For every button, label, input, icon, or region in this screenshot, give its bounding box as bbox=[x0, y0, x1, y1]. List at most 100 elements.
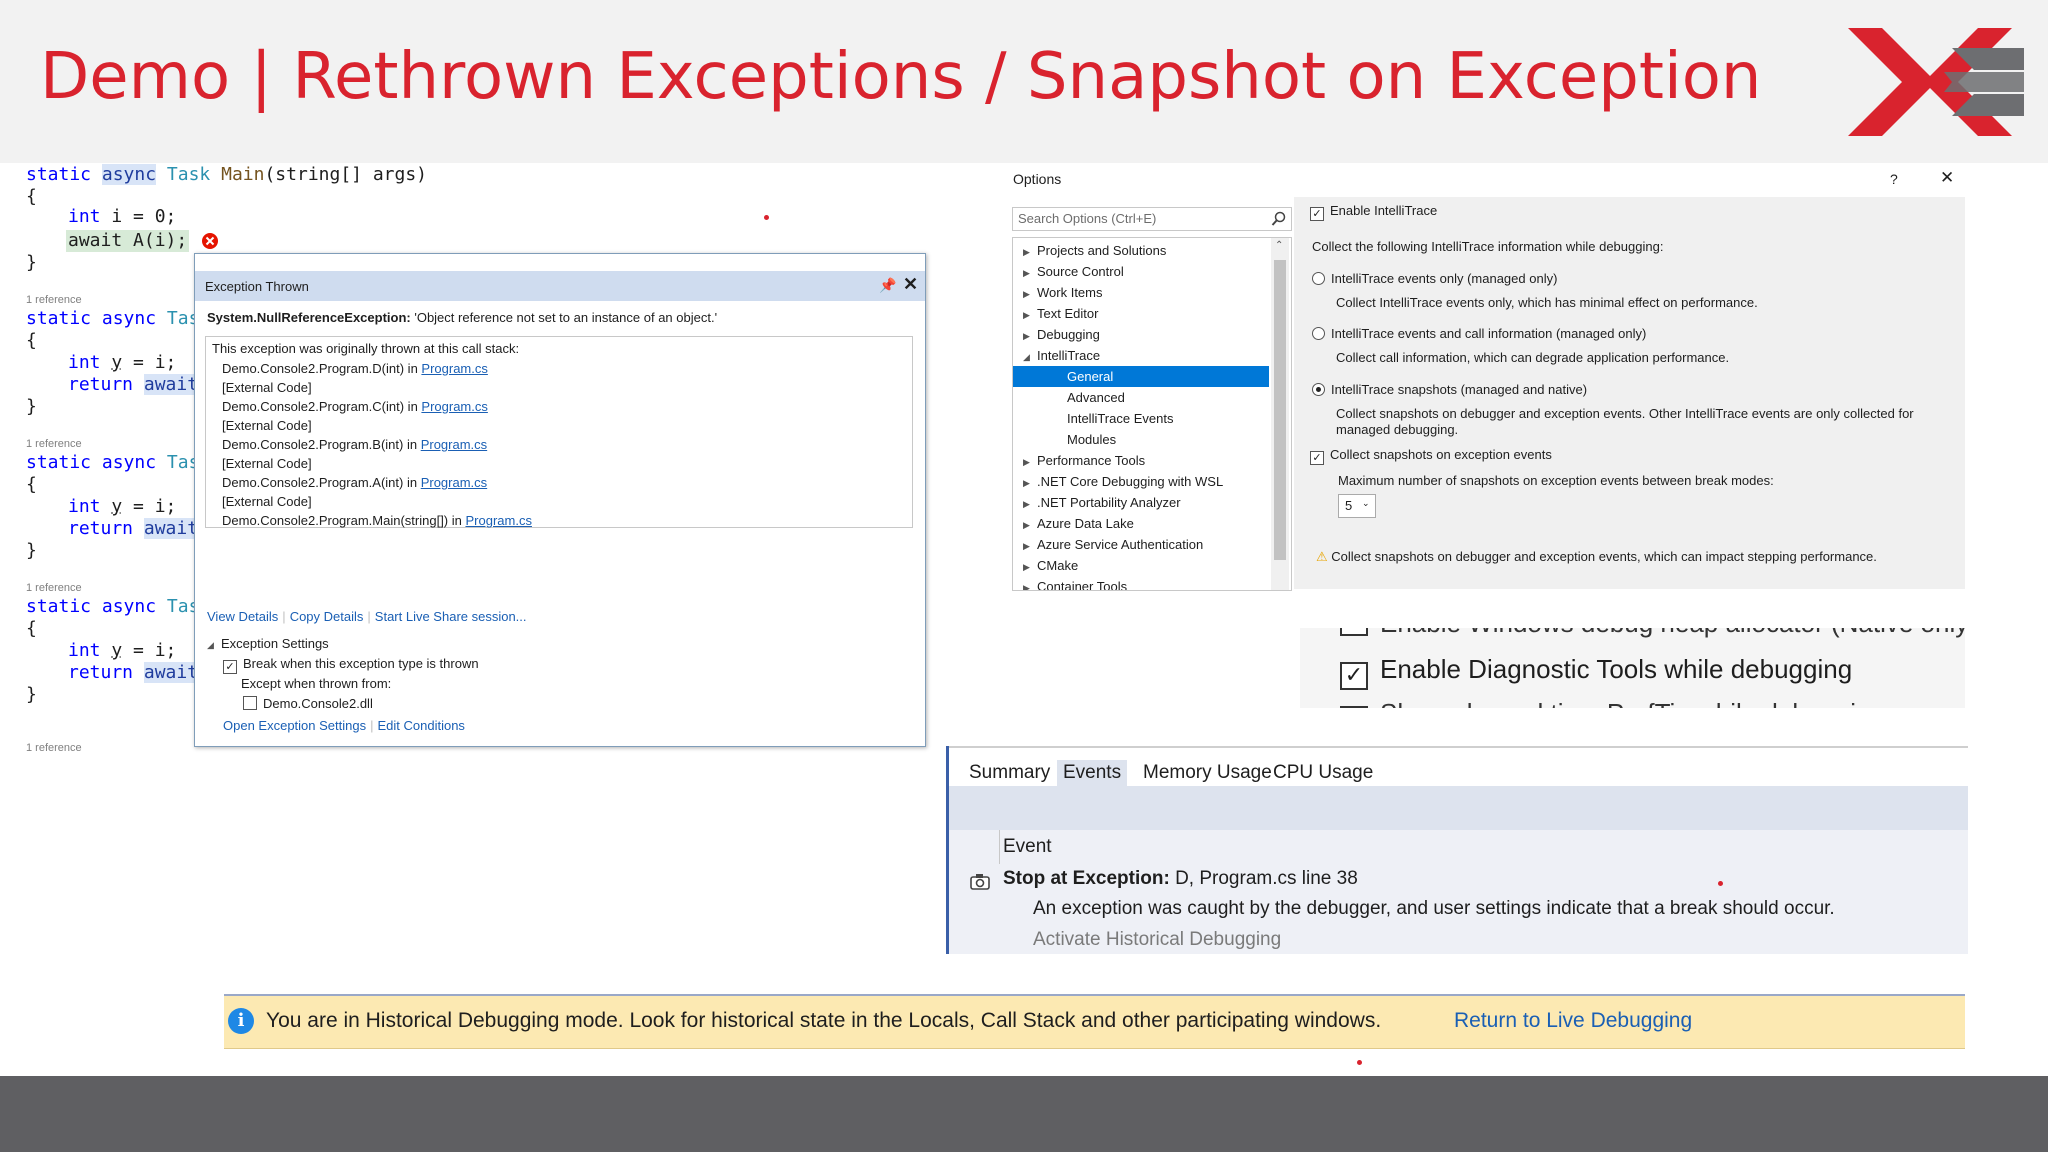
options-search-box[interactable]: Search Options (Ctrl+E) bbox=[1012, 207, 1292, 231]
code-line-int-i: int i = 0; bbox=[68, 206, 177, 227]
close-button[interactable]: ✕ bbox=[1940, 168, 1954, 188]
except-when-label: Except when thrown from: bbox=[241, 676, 392, 691]
collect-label: Collect the following IntelliTrace infor… bbox=[1312, 239, 1664, 254]
open-exception-settings-link[interactable]: Open Exception Settings bbox=[223, 718, 366, 733]
options-tree-item[interactable]: General bbox=[1013, 366, 1269, 387]
collapsed-triangle-icon[interactable]: ▶ bbox=[1023, 305, 1037, 326]
call-stack-frame: Demo.Console2.Program.A(int) in Program.… bbox=[222, 475, 488, 490]
enable-intellitrace-checkbox[interactable]: ✓ Enable IntelliTrace bbox=[1310, 203, 1437, 221]
help-button[interactable]: ? bbox=[1890, 171, 1898, 187]
radio-events-call-info[interactable]: IntelliTrace events and call information… bbox=[1312, 326, 1646, 341]
source-file-link[interactable]: Program.cs bbox=[421, 399, 487, 414]
options-tree-item[interactable]: IntelliTrace Events bbox=[1013, 408, 1269, 429]
checkbox-checked-icon: ✓ bbox=[1340, 662, 1368, 690]
code-brace: } bbox=[26, 396, 37, 417]
options-tree-item[interactable]: ▶ Text Editor bbox=[1013, 303, 1269, 324]
code-line-await[interactable]: await A(i); bbox=[66, 230, 190, 252]
source-file-link[interactable]: Program.cs bbox=[421, 475, 487, 490]
scrollbar-thumb[interactable] bbox=[1274, 260, 1286, 560]
call-stack-frame: Demo.Console2.Program.Main(string[]) in … bbox=[222, 513, 532, 528]
dll-checkbox[interactable]: Demo.Console2.dll bbox=[243, 696, 373, 711]
code-line-return: return await bbox=[68, 662, 199, 683]
source-file-link[interactable]: Program.cs bbox=[421, 437, 487, 452]
code-lens-reference[interactable]: 1 reference bbox=[26, 742, 82, 754]
exception-settings-header[interactable]: ◢ Exception Settings bbox=[207, 636, 329, 651]
scroll-up-icon[interactable]: ⌃ bbox=[1275, 240, 1283, 251]
search-icon[interactable] bbox=[1271, 211, 1287, 227]
warning-message: ⚠ Collect snapshots on debugger and exce… bbox=[1316, 549, 1877, 564]
code-line-return: return await bbox=[68, 374, 199, 395]
copy-details-link[interactable]: Copy Details bbox=[290, 609, 364, 624]
call-stack-box: This exception was originally thrown at … bbox=[205, 336, 913, 528]
options-tree-item[interactable]: ▶ .NET Core Debugging with WSL bbox=[1013, 471, 1269, 492]
collapsed-triangle-icon[interactable]: ▶ bbox=[1023, 494, 1037, 515]
options-tree-item[interactable]: ▶ Debugging bbox=[1013, 324, 1269, 345]
call-stack-frame: Demo.Console2.Program.D(int) in Program.… bbox=[222, 361, 488, 376]
diag-tab[interactable]: Events bbox=[1057, 760, 1128, 786]
collect-snapshots-checkbox[interactable]: ✓ Collect snapshots on exception events bbox=[1310, 447, 1552, 465]
options-tree-item[interactable]: ◢ IntelliTrace bbox=[1013, 345, 1269, 366]
brand-logo bbox=[1848, 28, 2024, 136]
options-tree-item[interactable]: ▶ Azure Data Lake bbox=[1013, 513, 1269, 534]
view-details-link[interactable]: View Details bbox=[207, 609, 278, 624]
pointer-dot bbox=[1357, 1060, 1362, 1065]
diag-tab[interactable]: Summary bbox=[963, 760, 1056, 786]
diag-tab[interactable]: Memory Usage bbox=[1137, 760, 1278, 786]
options-tree-item[interactable]: ▶ Azure Service Authentication bbox=[1013, 534, 1269, 555]
events-table-header: Event bbox=[949, 830, 1968, 865]
collapsed-triangle-icon[interactable]: ▶ bbox=[1023, 515, 1037, 536]
collapsed-triangle-icon[interactable]: ▶ bbox=[1023, 452, 1037, 473]
break-when-thrown-checkbox[interactable]: ✓ Break when this exception type is throw… bbox=[223, 656, 479, 674]
radio-snapshots[interactable]: IntelliTrace snapshots (managed and nati… bbox=[1312, 382, 1587, 397]
pin-icon[interactable]: 📌 bbox=[879, 277, 896, 294]
options-tree-item[interactable]: ▶ Performance Tools bbox=[1013, 450, 1269, 471]
options-tree-item[interactable]: ▶ Projects and Solutions bbox=[1013, 240, 1269, 261]
live-share-link[interactable]: Start Live Share session... bbox=[375, 609, 527, 624]
options-tree-item[interactable]: ▶ Source Control bbox=[1013, 261, 1269, 282]
return-to-live-debugging-link[interactable]: Return to Live Debugging bbox=[1454, 1009, 1692, 1033]
checkbox-checked-icon: ✓ bbox=[1310, 207, 1324, 221]
exception-popup: Exception Thrown 📌 ✕ System.NullReferenc… bbox=[194, 253, 926, 747]
error-icon[interactable] bbox=[201, 232, 219, 250]
checkbox-checked-icon: ✓ bbox=[223, 660, 237, 674]
radio-events-only[interactable]: IntelliTrace events only (managed only) bbox=[1312, 271, 1557, 286]
source-file-link[interactable]: Program.cs bbox=[421, 361, 487, 376]
code-lens-reference[interactable]: 1 reference bbox=[26, 438, 82, 450]
radio-events-call-info-desc: Collect call information, which can degr… bbox=[1336, 350, 1730, 365]
debug-heap-checkbox[interactable]: Enable Windows debug heap allocator (Nat… bbox=[1340, 628, 1965, 639]
collapsed-triangle-icon[interactable]: ▶ bbox=[1023, 536, 1037, 557]
edit-conditions-link[interactable]: Edit Conditions bbox=[377, 718, 464, 733]
collapsed-triangle-icon[interactable]: ▶ bbox=[1023, 242, 1037, 263]
expanded-triangle-icon[interactable]: ◢ bbox=[1023, 347, 1037, 368]
collapsed-triangle-icon[interactable]: ▶ bbox=[1023, 557, 1037, 578]
checkbox-checked-icon: ✓ bbox=[1340, 706, 1368, 708]
call-stack-frame: Demo.Console2.Program.B(int) in Program.… bbox=[222, 437, 488, 452]
events-table-row[interactable]: Stop at Exception: D, Program.cs line 38… bbox=[949, 864, 1968, 954]
column-header-event[interactable]: Event bbox=[1003, 836, 1052, 858]
collapsed-triangle-icon[interactable]: ▶ bbox=[1023, 326, 1037, 347]
collapsed-triangle-icon[interactable]: ▶ bbox=[1023, 473, 1037, 494]
options-tree-item[interactable]: ▶ CMake bbox=[1013, 555, 1269, 576]
options-tree-item[interactable]: ▶ Container Tools bbox=[1013, 576, 1269, 590]
code-lens-reference[interactable]: 1 reference bbox=[26, 294, 82, 306]
code-lens-reference[interactable]: 1 reference bbox=[26, 582, 82, 594]
collapsed-triangle-icon[interactable]: ▶ bbox=[1023, 263, 1037, 284]
options-tree-item[interactable]: Modules bbox=[1013, 429, 1269, 450]
max-snapshots-select[interactable]: 5 ⌄ bbox=[1338, 494, 1376, 518]
tree-scrollbar[interactable]: ⌃ bbox=[1271, 238, 1289, 590]
infobar-message: You are in Historical Debugging mode. Lo… bbox=[266, 1009, 1382, 1032]
close-icon[interactable]: ✕ bbox=[903, 274, 918, 295]
collapsed-triangle-icon[interactable]: ▶ bbox=[1023, 578, 1037, 590]
perftip-checkbox[interactable]: ✓Show elapsed time PerfTip while debuggi… bbox=[1340, 698, 1885, 708]
options-tree-item[interactable]: ▶ Work Items bbox=[1013, 282, 1269, 303]
options-tree-item[interactable]: Advanced bbox=[1013, 387, 1269, 408]
collapsed-triangle-icon[interactable]: ▶ bbox=[1023, 284, 1037, 305]
options-tree-item[interactable]: ▶ .NET Portability Analyzer bbox=[1013, 492, 1269, 513]
radio-snapshots-desc-2: managed debugging. bbox=[1336, 422, 1459, 437]
pointer-dot bbox=[764, 215, 769, 220]
activate-historical-debugging-link[interactable]: Activate Historical Debugging bbox=[1033, 929, 1281, 951]
source-file-link[interactable]: Program.cs bbox=[465, 513, 531, 528]
diag-tab[interactable]: CPU Usage bbox=[1267, 760, 1379, 786]
intellitrace-general-panel: ✓ Enable IntelliTrace Collect the followi… bbox=[1294, 197, 1965, 589]
diagnostic-tools-checkbox[interactable]: ✓ Enable Diagnostic Tools while debugging bbox=[1340, 654, 1852, 690]
